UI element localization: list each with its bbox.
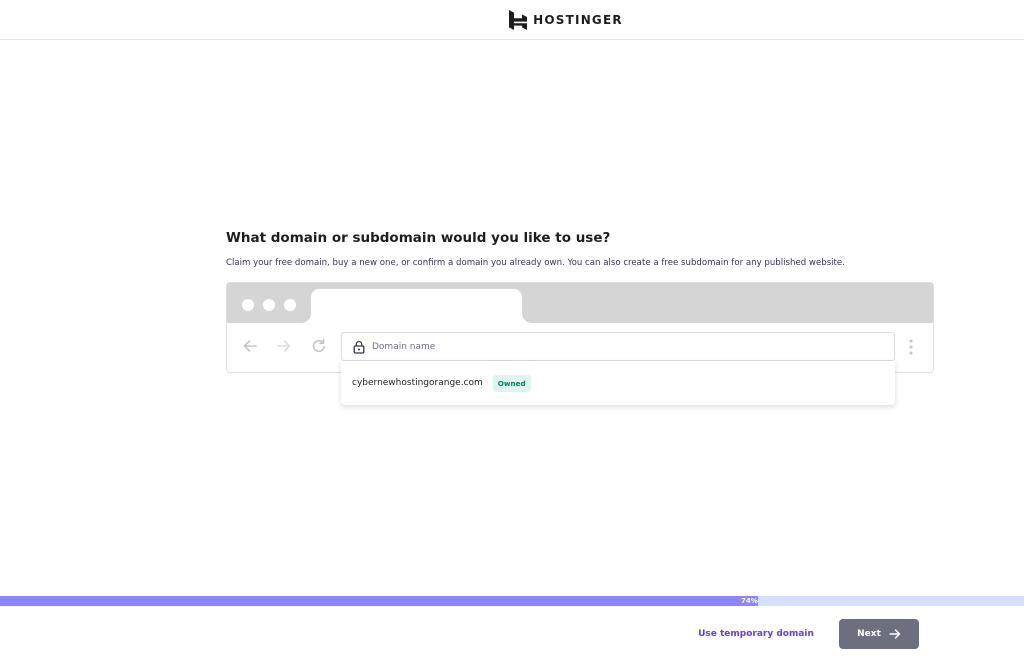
domain-name-input[interactable] <box>372 341 872 352</box>
suggestion-domain: cybernewhostingorange.com <box>352 378 483 388</box>
logo-text: HOSTINGER <box>533 12 623 27</box>
browser-tab-bar <box>227 283 933 323</box>
window-dot <box>263 299 275 311</box>
suggestion-item[interactable]: cybernewhostingorange.com Owned <box>352 374 531 392</box>
reload-icon <box>312 338 325 353</box>
domain-input-wrapper[interactable] <box>341 332 895 361</box>
forward-arrow-icon <box>277 340 291 352</box>
use-temporary-domain-button[interactable]: Use temporary domain <box>695 619 817 648</box>
next-button[interactable]: Next <box>839 619 919 649</box>
lock-icon <box>353 340 365 354</box>
window-dot <box>284 299 296 311</box>
hostinger-logo[interactable]: HOSTINGER <box>509 9 623 30</box>
temp-domain-label: Use temporary domain <box>698 628 814 639</box>
tab-curve <box>522 313 532 323</box>
browser-tab <box>311 289 522 323</box>
domain-suggestion-dropdown: cybernewhostingorange.com Owned <box>341 361 895 405</box>
main-content: What domain or subdomain would you like … <box>226 229 934 269</box>
back-arrow-icon <box>243 340 257 352</box>
progress-label: 74% <box>741 597 758 605</box>
more-vertical-icon <box>909 339 913 355</box>
arrow-right-icon <box>889 629 901 639</box>
owned-badge: Owned <box>492 374 531 392</box>
progress-fill <box>0 596 758 606</box>
hostinger-logo-icon <box>509 9 528 30</box>
next-label: Next <box>857 629 881 639</box>
progress-bar: 74% <box>0 596 1024 606</box>
tab-curve <box>301 313 311 323</box>
top-header: HOSTINGER <box>0 0 1024 40</box>
page-subtitle: Claim your free domain, buy a new one, o… <box>226 258 845 268</box>
onboarding-page: HOSTINGER What domain or subdomain would… <box>0 0 1024 661</box>
page-title: What domain or subdomain would you like … <box>226 230 611 246</box>
window-dot <box>242 299 254 311</box>
